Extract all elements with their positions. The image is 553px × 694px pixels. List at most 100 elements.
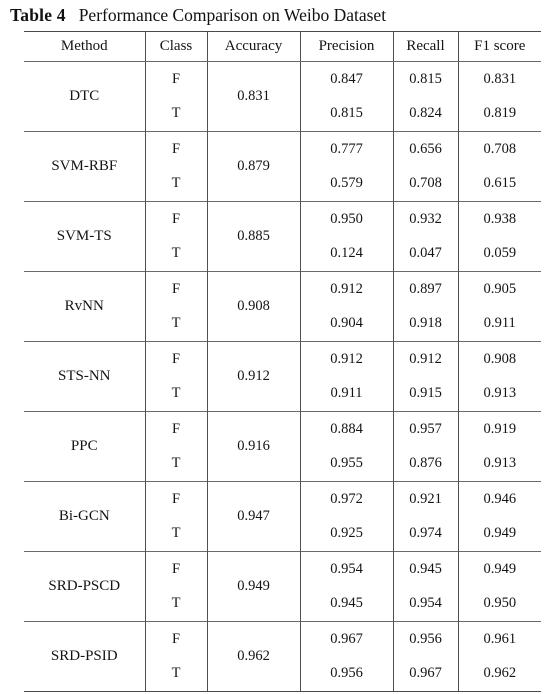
cell-t-recall: 0.967 (392, 656, 458, 692)
column-header-class: Class (144, 31, 207, 62)
cell-class-f: F (144, 551, 207, 587)
cell-accuracy: 0.947 (206, 481, 300, 552)
cell-accuracy: 0.879 (206, 131, 300, 202)
cell-f-precision: 0.847 (299, 61, 393, 97)
cell-t-precision: 0.925 (299, 516, 393, 552)
cell-accuracy: 0.908 (206, 271, 300, 342)
cell-class-t: T (144, 166, 207, 202)
cell-class-t: T (144, 446, 207, 482)
cell-class-t: T (144, 656, 207, 692)
cell-t-f1: 0.059 (457, 236, 541, 272)
table-caption: Table 4 Performance Comparison on Weibo D… (10, 2, 543, 28)
cell-t-f1: 0.615 (457, 166, 541, 202)
cell-class-t: T (144, 586, 207, 622)
cell-accuracy: 0.916 (206, 411, 300, 482)
cell-t-recall: 0.876 (392, 446, 458, 482)
column-header-f1: F1 score (457, 31, 541, 62)
column-header-accuracy: Accuracy (206, 31, 300, 62)
cell-method-srd-pscd: SRD-PSCD (24, 551, 145, 622)
table-caption-text: Performance Comparison on Weibo Dataset (78, 5, 387, 25)
table-row: SRD-PSID F 0.962 0.967 0.956 0.961 (24, 621, 541, 692)
table-body: DTC F 0.831 0.847 0.815 0.831 T 0.815 0.824 0.819… (24, 61, 541, 692)
cell-class-f: F (144, 481, 207, 517)
cell-class-f: F (144, 621, 207, 657)
cell-class-t: T (144, 236, 207, 272)
cell-class-t: T (144, 516, 207, 552)
cell-t-precision: 0.956 (299, 656, 393, 692)
cell-accuracy: 0.912 (206, 341, 300, 412)
cell-t-precision: 0.904 (299, 306, 393, 342)
cell-t-recall: 0.918 (392, 306, 458, 342)
cell-t-recall: 0.915 (392, 376, 458, 412)
cell-class-f: F (144, 271, 207, 307)
cell-t-f1: 0.949 (457, 516, 541, 552)
cell-t-recall: 0.954 (392, 586, 458, 622)
cell-f-recall: 0.815 (392, 61, 458, 97)
table-row: SRD-PSCD F 0.949 0.954 0.945 0.949 (24, 551, 541, 622)
table-row: STS-NN F 0.912 0.912 0.912 0.908 (24, 341, 541, 412)
cell-class-f: F (144, 341, 207, 377)
performance-table-container: Method Class Accuracy Precision Recall F… (24, 31, 541, 692)
table-row: SVM-TS F 0.885 0.950 0.932 0.938 (24, 201, 541, 272)
cell-f-recall: 0.957 (392, 411, 458, 447)
cell-accuracy: 0.831 (206, 61, 300, 132)
cell-class-f: F (144, 61, 207, 97)
cell-t-recall: 0.824 (392, 96, 458, 132)
cell-method-svm-ts: SVM-TS (24, 201, 145, 272)
cell-t-recall: 0.708 (392, 166, 458, 202)
cell-t-precision: 0.945 (299, 586, 393, 622)
cell-f-f1: 0.831 (457, 61, 541, 97)
cell-class-f: F (144, 131, 207, 167)
cell-t-precision: 0.579 (299, 166, 393, 202)
performance-table: Method Class Accuracy Precision Recall F… (24, 31, 541, 692)
cell-f-f1: 0.949 (457, 551, 541, 587)
cell-accuracy: 0.885 (206, 201, 300, 272)
cell-t-recall: 0.974 (392, 516, 458, 552)
cell-f-precision: 0.954 (299, 551, 393, 587)
cell-f-precision: 0.912 (299, 341, 393, 377)
cell-f-f1: 0.708 (457, 131, 541, 167)
cell-f-precision: 0.950 (299, 201, 393, 237)
cell-method-ppc: PPC (24, 411, 145, 482)
cell-t-precision: 0.955 (299, 446, 393, 482)
cell-method-bi-gcn: Bi-GCN (24, 481, 145, 552)
cell-f-f1: 0.908 (457, 341, 541, 377)
cell-accuracy: 0.962 (206, 621, 300, 692)
cell-f-f1: 0.938 (457, 201, 541, 237)
cell-f-precision: 0.972 (299, 481, 393, 517)
cell-f-recall: 0.921 (392, 481, 458, 517)
cell-method-dtc: DTC (69, 88, 100, 104)
cell-t-f1: 0.962 (457, 656, 541, 692)
cell-f-precision: 0.884 (299, 411, 393, 447)
cell-class-f: F (144, 201, 207, 237)
cell-t-precision: 0.815 (299, 96, 393, 132)
cell-t-f1: 0.950 (457, 586, 541, 622)
cell-f-recall: 0.956 (392, 621, 458, 657)
cell-class-t: T (144, 376, 207, 412)
cell-f-recall: 0.912 (392, 341, 458, 377)
column-header-method: Method (24, 31, 145, 62)
cell-f-precision: 0.777 (299, 131, 393, 167)
cell-t-precision: 0.124 (299, 236, 393, 272)
table-row: PPC F 0.916 0.884 0.957 0.919 (24, 411, 541, 482)
cell-f-recall: 0.932 (392, 201, 458, 237)
cell-f-f1: 0.905 (457, 271, 541, 307)
cell-method-rvnn: RvNN (24, 271, 145, 342)
cell-accuracy: 0.949 (206, 551, 300, 622)
cell-t-precision: 0.911 (299, 376, 393, 412)
column-header-precision: Precision (299, 31, 393, 62)
table-row: SVM-RBF F 0.879 0.777 0.656 0.708 (24, 131, 541, 202)
cell-class-f: F (144, 411, 207, 447)
table-header-row: Method Class Accuracy Precision Recall F… (24, 31, 541, 62)
cell-t-f1: 0.819 (457, 96, 541, 132)
cell-class-t: T (144, 306, 207, 342)
cell-f-precision: 0.912 (299, 271, 393, 307)
cell-t-f1: 0.913 (457, 376, 541, 412)
cell-f-f1: 0.946 (457, 481, 541, 517)
cell-f-f1: 0.961 (457, 621, 541, 657)
cell-f-recall: 0.656 (392, 131, 458, 167)
cell-t-f1: 0.911 (457, 306, 541, 342)
cell-f-f1: 0.919 (457, 411, 541, 447)
cell-method-srd-psid: SRD-PSID (24, 621, 145, 692)
table-row: DTC F 0.831 0.847 0.815 0.831 (24, 61, 541, 132)
